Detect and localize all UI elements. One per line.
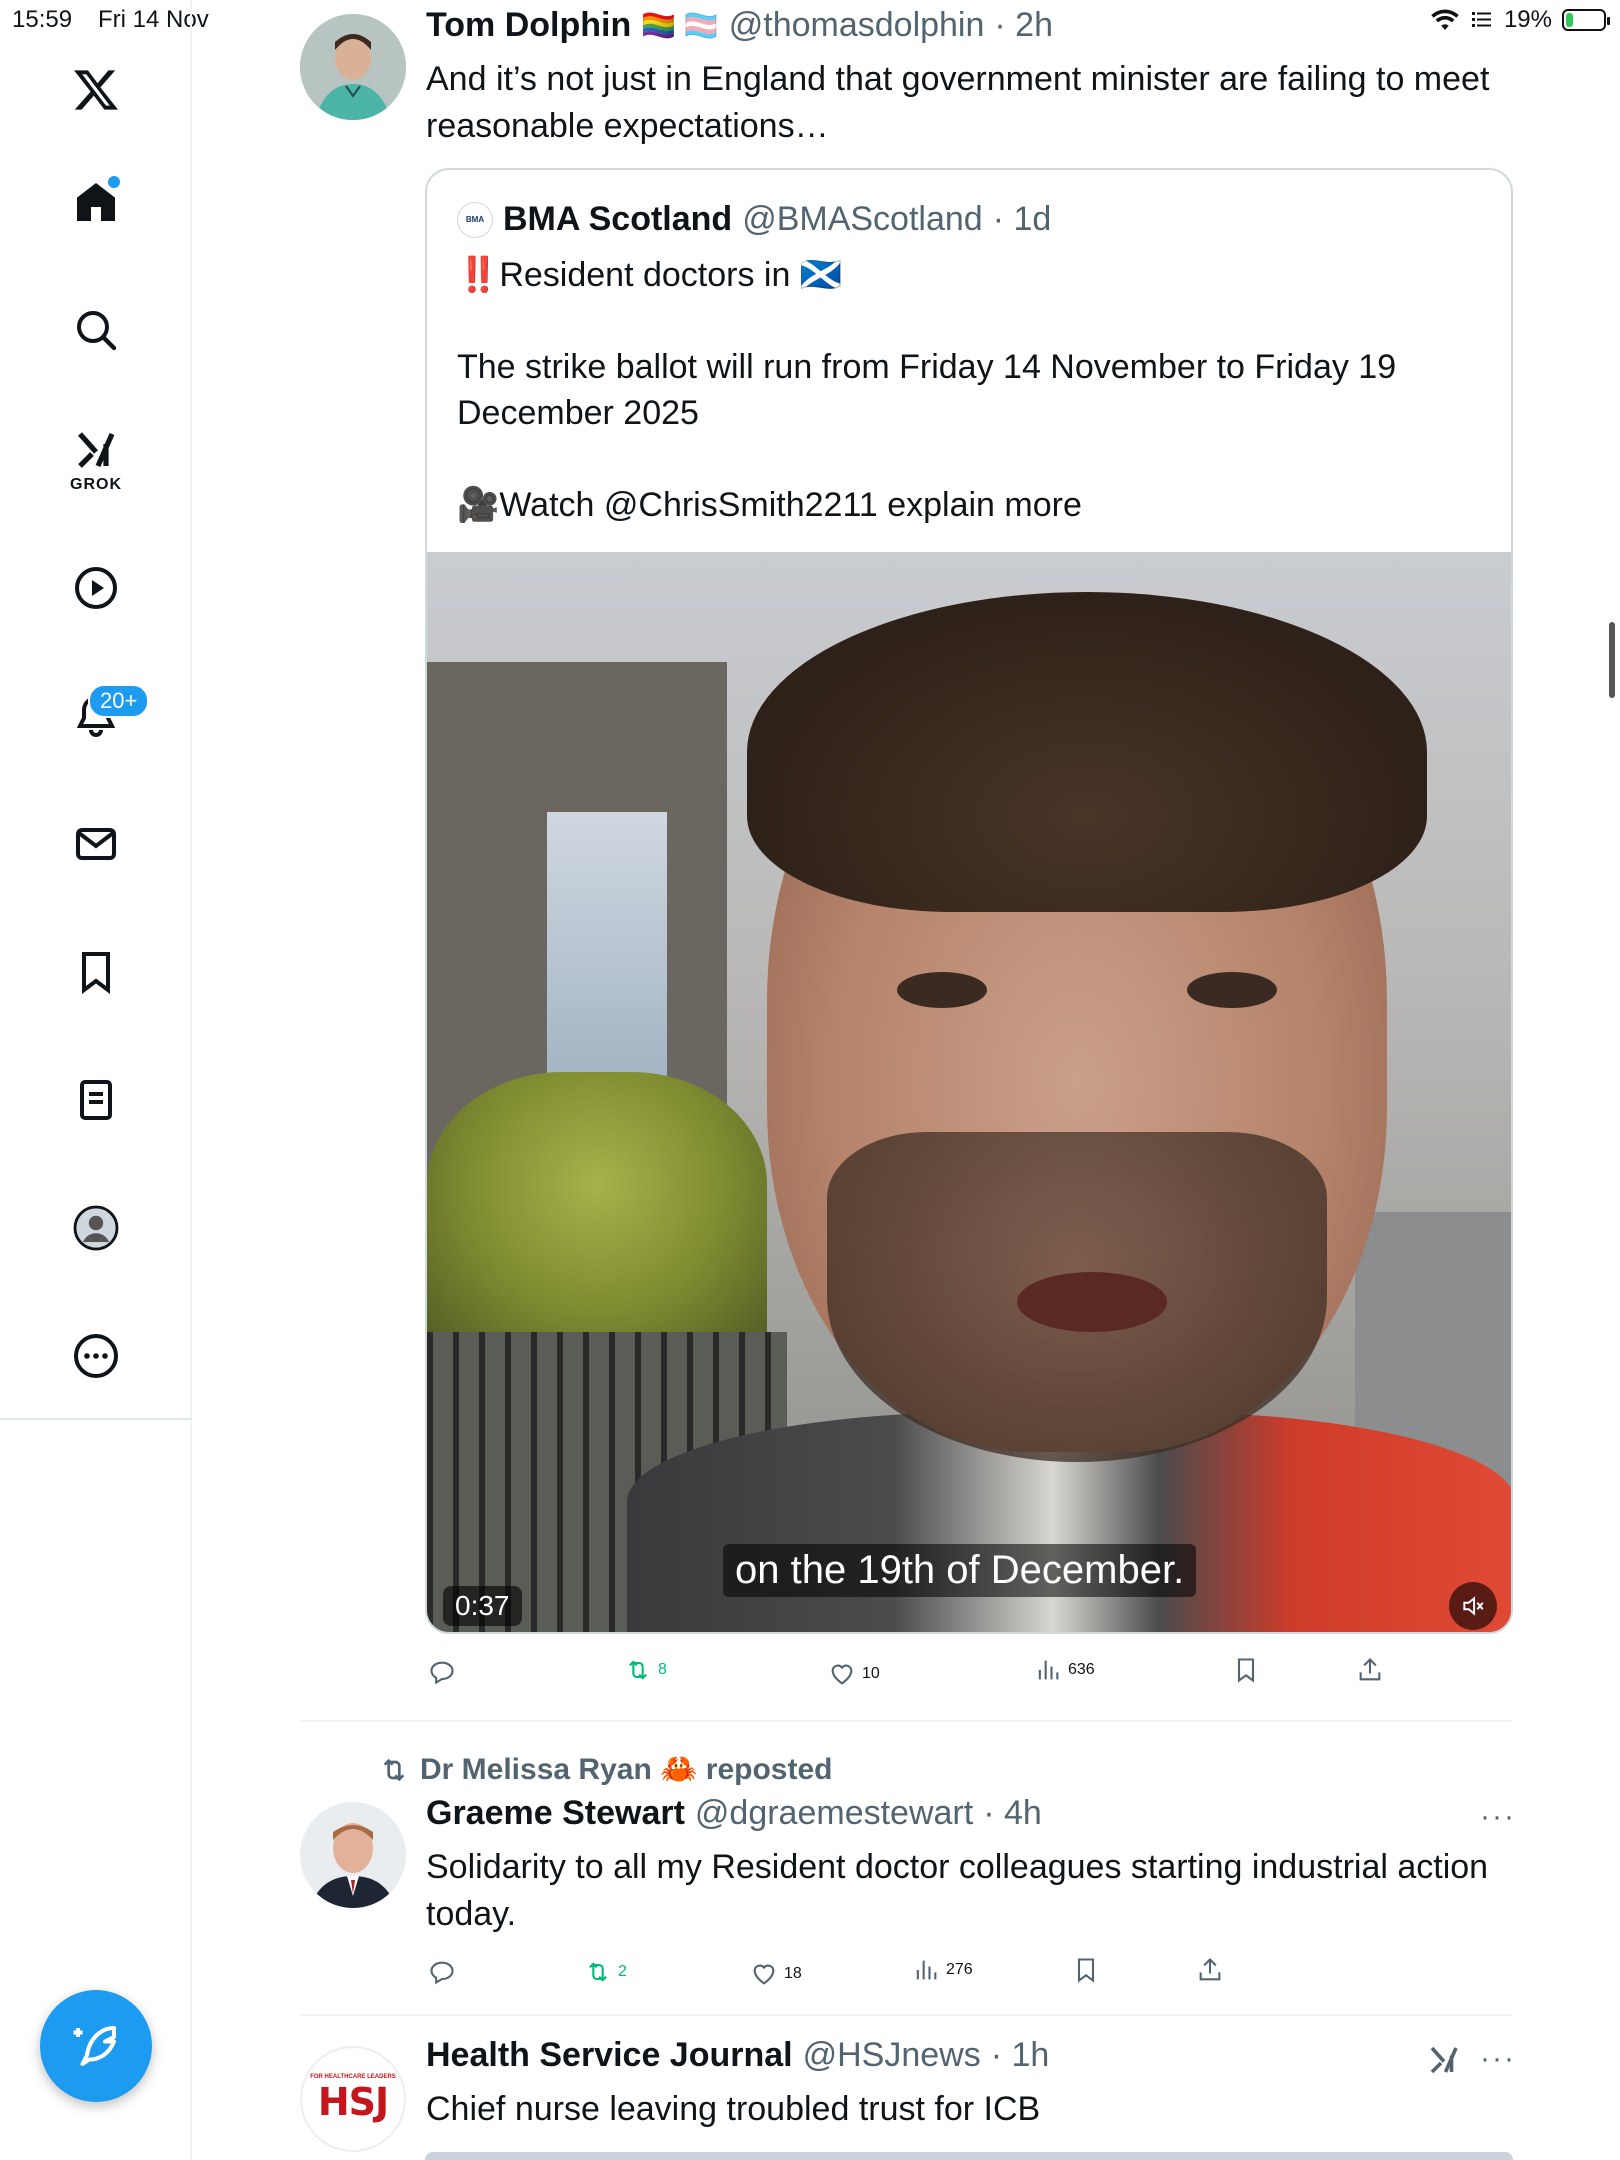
quote-line-3: 🎥Watch @ChrisSmith2211 explain more (457, 486, 1082, 524)
compose-feather-icon (73, 2025, 117, 2067)
like-button[interactable]: 18 (750, 1960, 802, 1988)
battery-icon (1562, 9, 1610, 31)
notifications-badge: 20+ (88, 684, 150, 718)
views-chart-icon (1038, 1660, 1059, 1680)
bookmark-icon (1237, 1658, 1255, 1683)
view-count: 636 (1068, 1661, 1095, 1678)
speaker-muted-icon (1463, 1596, 1484, 1616)
tweet-text: Chief nurse leaving troubled trust for I… (426, 2090, 1041, 2128)
home-icon[interactable] (66, 172, 126, 232)
author-handle[interactable]: @dgraemestewart (695, 1794, 973, 1833)
timeline-feed: Tom Dolphin 🏳️‍🌈 🏳️‍⚧️ @thomasdolphin · … (192, 0, 1514, 2160)
reply-button[interactable] (428, 1658, 462, 1686)
repost-icon (629, 1660, 647, 1680)
tweet-header: Tom Dolphin 🏳️‍🌈 🏳️‍⚧️ @thomasdolphin · … (426, 6, 1053, 45)
repost-count: 2 (618, 1963, 627, 1980)
author-handle[interactable]: @thomasdolphin (729, 6, 985, 45)
sidebar: GROK 20+ (0, 0, 192, 2160)
scrollbar[interactable] (1609, 622, 1615, 698)
bookmark-button[interactable] (1072, 1956, 1100, 1984)
video-icon[interactable] (66, 558, 126, 618)
avatar[interactable] (300, 14, 406, 120)
video-player[interactable]: on the 19th of December. 0:37 (427, 552, 1511, 1632)
reposted-by[interactable]: Dr Melissa Ryan 🦀 reposted (420, 1752, 833, 1787)
tweet-divider (300, 2014, 1512, 2016)
tweet-time[interactable]: · 1h (991, 2036, 1050, 2075)
repost-button[interactable]: 2 (584, 1958, 627, 1986)
mute-button[interactable] (1449, 1582, 1497, 1630)
repost-button[interactable]: 8 (624, 1656, 667, 1684)
reply-icon (430, 1661, 454, 1685)
video-caption: on the 19th of December. (723, 1544, 1197, 1597)
quote-line-1: ‼️Resident doctors in 🏴󠁧󠁢󠁳󠁣󠁴󠁿 (457, 256, 843, 294)
hsj-logo: HSJ (317, 2080, 389, 2124)
avatar[interactable]: FOR HEALTHCARE LEADERS HSJ (300, 2046, 406, 2152)
repost-context: Dr Melissa Ryan 🦀 reposted (378, 1752, 833, 1787)
quoted-tweet[interactable]: BMA BMA Scotland @BMAScotland · 1d ‼️Res… (425, 168, 1513, 1634)
grok-label: GROK (70, 476, 122, 493)
sidebar-divider (0, 1418, 192, 1420)
quote-author-handle[interactable]: @BMAScotland (742, 200, 983, 239)
profile-icon[interactable] (66, 1198, 126, 1258)
repost-count: 8 (658, 1661, 667, 1678)
like-count: 10 (862, 1665, 880, 1682)
compose-button[interactable] (40, 1990, 152, 2102)
views-button[interactable]: 276 (912, 1956, 973, 1984)
tweet-text: And it’s not just in England that govern… (426, 60, 1490, 145)
quote-time[interactable]: · 1d (993, 200, 1052, 239)
author-name[interactable]: Health Service Journal (426, 2036, 793, 2075)
view-count: 276 (946, 1961, 973, 1978)
x-logo-icon[interactable] (66, 60, 126, 120)
video-duration: 0:37 (443, 1586, 522, 1626)
grok-explain-icon[interactable] (1426, 2042, 1462, 2078)
quote-author-name[interactable]: BMA Scotland (503, 200, 732, 239)
tweet-divider (300, 1720, 1512, 1722)
lists-icon[interactable] (66, 1070, 126, 1130)
avatar-image-icon (300, 1802, 406, 1908)
bookmark-icon (1077, 1958, 1095, 1983)
tweet-text: Solidarity to all my Resident doctor col… (426, 1848, 1489, 1933)
share-icon (1359, 1658, 1381, 1681)
tweet-header: Health Service Journal @HSJnews · 1h (426, 2036, 1049, 2075)
like-button[interactable]: 10 (828, 1660, 880, 1688)
like-count: 18 (784, 1965, 802, 1982)
quote-line-2: The strike ballot will run from Friday 1… (457, 348, 1397, 432)
messages-icon[interactable] (66, 814, 126, 874)
bookmarks-icon[interactable] (66, 942, 126, 1002)
heart-icon (753, 1964, 775, 1985)
heart-icon (831, 1664, 853, 1685)
tweet-header: Graeme Stewart @dgraemestewart · 4h (426, 1794, 1042, 1833)
author-name[interactable]: Tom Dolphin (426, 6, 631, 45)
views-chart-icon (916, 1960, 937, 1980)
share-button[interactable] (1196, 1956, 1224, 1984)
author-name[interactable]: Graeme Stewart (426, 1794, 685, 1833)
more-icon[interactable] (66, 1326, 126, 1386)
author-handle[interactable]: @HSJnews (803, 2036, 981, 2075)
bookmark-button[interactable] (1232, 1656, 1260, 1684)
quote-avatar[interactable]: BMA (457, 201, 493, 238)
reply-icon (430, 1961, 454, 1985)
home-unread-dot (108, 176, 120, 188)
avatar-image-icon (300, 14, 406, 120)
views-button[interactable]: 636 (1034, 1656, 1095, 1684)
share-icon (1199, 1958, 1221, 1981)
more-options-icon[interactable]: ··· (1480, 1800, 1516, 1834)
author-emoji: 🏳️‍🌈 🏳️‍⚧️ (641, 10, 719, 41)
avatar[interactable] (300, 1802, 406, 1908)
next-media-preview (425, 2152, 1513, 2160)
quote-header: BMA BMA Scotland @BMAScotland · 1d (457, 200, 1051, 239)
quote-text: ‼️Resident doctors in 🏴󠁧󠁢󠁳󠁣󠁴󠁿 The strike… (457, 252, 1487, 528)
tweet-time[interactable]: · 4h (983, 1794, 1042, 1833)
search-icon[interactable] (66, 300, 126, 360)
more-options-icon[interactable]: ··· (1480, 2042, 1516, 2076)
reply-button[interactable] (428, 1958, 462, 1986)
grok-icon[interactable] (66, 420, 126, 480)
repost-icon (589, 1962, 607, 1982)
tweet-time[interactable]: · 2h (994, 6, 1053, 45)
repost-icon (383, 1758, 405, 1781)
share-button[interactable] (1356, 1656, 1384, 1684)
